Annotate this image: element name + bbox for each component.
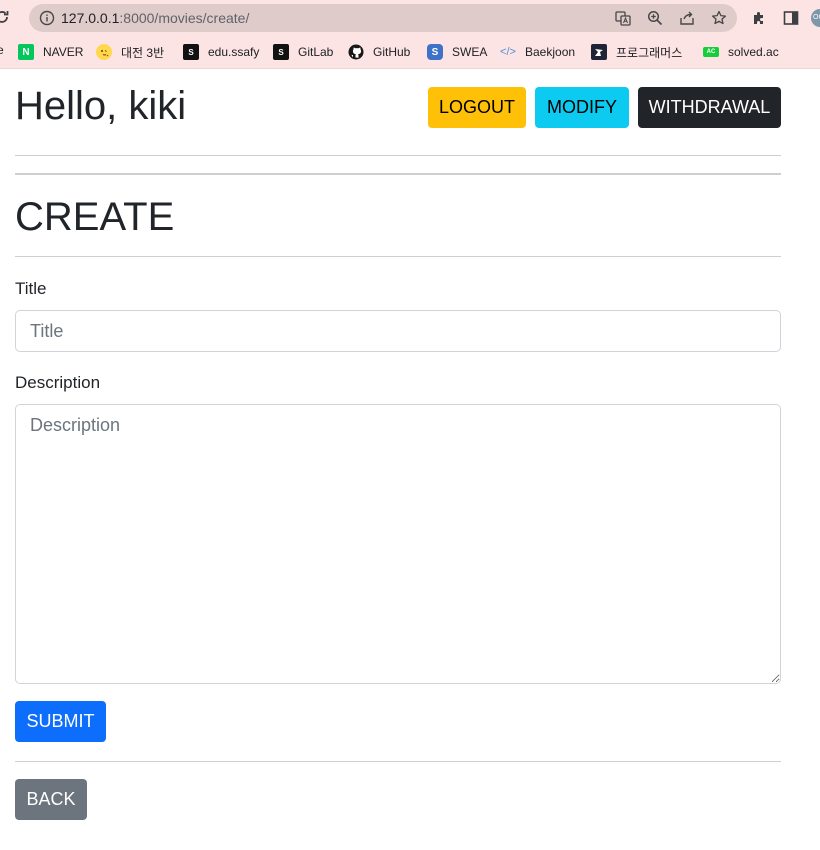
- back-button[interactable]: BACK: [15, 779, 87, 820]
- logout-button[interactable]: LOGOUT: [428, 87, 526, 128]
- emoji-icon: [96, 44, 112, 60]
- bookmark-label: GitLab: [298, 45, 334, 59]
- browser-toolbar: 127.0.0.1:8000/movies/create/ OC: [0, 0, 820, 37]
- zoom-icon[interactable]: [647, 10, 663, 26]
- divider: [15, 256, 781, 257]
- bookmark-edu-ssafy[interactable]: S edu.ssafy: [183, 42, 259, 62]
- bookmark-star-icon[interactable]: [711, 10, 727, 26]
- github-icon: [348, 44, 364, 60]
- divider: [15, 173, 781, 175]
- title-input[interactable]: [15, 310, 781, 352]
- reload-icon[interactable]: [0, 9, 10, 25]
- description-textarea[interactable]: [15, 404, 781, 684]
- bookmark-label: Baekjoon: [525, 45, 576, 59]
- bookmark-naver[interactable]: N NAVER: [18, 42, 83, 62]
- url-path: :8000/movies/create/: [119, 10, 250, 26]
- extensions-icon[interactable]: [751, 10, 767, 26]
- bookmarks-bar: e N NAVER 대전 3반 S edu.ssafy S GitLab Git…: [0, 37, 820, 69]
- bookmark-daejeon[interactable]: 대전 3반: [96, 42, 164, 62]
- programmers-icon: [591, 44, 607, 60]
- bookmark-label: GitHub: [373, 45, 411, 59]
- code-icon: </>: [500, 46, 516, 58]
- naver-icon: N: [18, 44, 34, 60]
- solvedac-icon: AC: [703, 47, 719, 57]
- withdrawal-button[interactable]: WITHDRAWAL: [638, 87, 781, 128]
- url-host: 127.0.0.1: [61, 10, 120, 26]
- site-info-icon[interactable]: [39, 10, 55, 26]
- bookmark-label: solved.ac: [728, 45, 779, 59]
- bookmark-solvedac[interactable]: AC solved.ac: [703, 42, 779, 62]
- bookmark-label: NAVER: [43, 45, 84, 59]
- ssafy-icon: S: [183, 44, 199, 60]
- bookmark-truncated[interactable]: e: [0, 43, 4, 57]
- bookmark-swea[interactable]: S SWEA: [427, 42, 487, 62]
- description-label: Description: [15, 373, 101, 392]
- bookmark-label: edu.ssafy: [208, 45, 260, 59]
- address-bar[interactable]: 127.0.0.1:8000/movies/create/: [29, 4, 737, 32]
- side-panel-icon[interactable]: [783, 10, 799, 26]
- page-content: Hello, kiki LOGOUT MODIFY WITHDRAWAL CRE…: [0, 69, 820, 850]
- divider: [15, 761, 781, 762]
- ssafy-icon: S: [273, 44, 289, 60]
- bookmark-baekjoon[interactable]: </> Baekjoon: [500, 42, 575, 62]
- url-text[interactable]: 127.0.0.1:8000/movies/create/: [61, 10, 249, 26]
- bookmark-label: 프로그래머스: [616, 45, 683, 60]
- submit-button[interactable]: SUBMIT: [15, 701, 106, 742]
- divider: [15, 155, 781, 156]
- bookmark-github[interactable]: GitHub: [348, 42, 410, 62]
- swea-icon: S: [427, 44, 443, 60]
- bookmark-gitlab[interactable]: S GitLab: [273, 42, 333, 62]
- page-title: CREATE: [15, 195, 175, 239]
- profile-avatar[interactable]: OC: [811, 9, 820, 27]
- translate-icon[interactable]: [615, 10, 631, 26]
- title-label: Title: [15, 279, 47, 298]
- bookmark-label: 대전 3반: [121, 45, 165, 60]
- share-icon[interactable]: [679, 10, 695, 26]
- bookmark-programmers[interactable]: 프로그래머스: [591, 42, 682, 62]
- modify-button[interactable]: MODIFY: [535, 87, 629, 128]
- bookmark-label: SWEA: [452, 45, 488, 59]
- greeting-heading: Hello, kiki: [15, 84, 187, 128]
